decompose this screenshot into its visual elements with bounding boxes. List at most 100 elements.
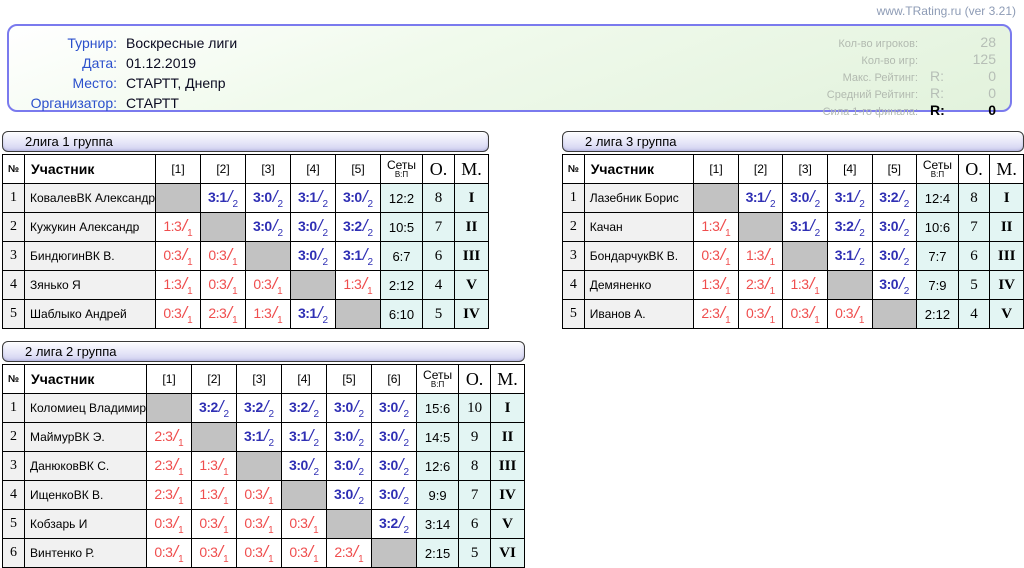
player-number: 3 [563, 242, 585, 271]
score-value: 3:1 [208, 189, 227, 205]
final-place: III [491, 452, 525, 481]
score-value: 3:1 [835, 189, 854, 205]
col-header-participant: Участник [25, 155, 156, 184]
self-cell [201, 213, 246, 242]
score-cell-win: 3:2/2 [827, 213, 872, 242]
stat-value: 0 [966, 102, 996, 118]
score-cell-loss: 0:3/1 [827, 300, 872, 329]
score-match-points: 1 [232, 315, 238, 326]
score-value: 3:0 [879, 218, 898, 234]
score-value: 0:3 [163, 247, 181, 263]
results-table: №Участник[1][2][3][4][5]СетыВ:ПО.М.1Кова… [2, 154, 489, 329]
score-match-points: 2 [322, 199, 328, 210]
col-header-game-3: [3] [237, 365, 282, 394]
score-cell-loss: 0:3/1 [237, 481, 282, 510]
score-match-points: 1 [725, 286, 731, 297]
score-match-points: 2 [404, 467, 410, 478]
score-match-points: 2 [359, 467, 365, 478]
score-value: 2:3 [154, 486, 172, 502]
score-cell-win: 3:0/2 [372, 423, 417, 452]
score-cell-win: 3:0/2 [372, 452, 417, 481]
score-cell-win: 3:0/2 [327, 394, 372, 423]
player-name: Коломиец Владимир [25, 394, 147, 423]
score-match-points: 1 [277, 315, 283, 326]
player-row: 1КовалевВК Александр3:1/23:0/23:1/23:0/2… [3, 184, 489, 213]
score-match-points: 2 [859, 257, 865, 268]
score-cell-win: 3:2/2 [872, 184, 917, 213]
player-row: 1Лазебник Борис3:1/23:0/23:1/23:2/212:48… [563, 184, 1024, 213]
group-title: 2лига 1 группа [2, 131, 489, 152]
points-total: 8 [459, 452, 491, 481]
score-match-points: 2 [277, 228, 283, 239]
score-value: 0:3 [253, 276, 271, 292]
sets-won-lost: 6:10 [381, 300, 423, 329]
col-header-place: М. [455, 155, 489, 184]
score-match-points: 1 [268, 525, 274, 536]
score-cell-loss: 2:3/1 [147, 481, 192, 510]
stat-row: Макс. Рейтинг:R:0 [823, 68, 996, 85]
score-cell-loss: 1:3/1 [192, 481, 237, 510]
col-header-points: О. [423, 155, 455, 184]
score-match-points: 2 [404, 409, 410, 420]
final-place: II [491, 423, 525, 452]
score-cell-loss: 1:3/1 [156, 271, 201, 300]
score-cell-loss: 0:3/1 [192, 539, 237, 568]
sets-won-lost: 14:5 [417, 423, 459, 452]
sets-won-lost: 12:6 [417, 452, 459, 481]
score-value: 3:1 [244, 428, 263, 444]
score-match-points: 1 [770, 286, 776, 297]
col-header-game-1: [1] [147, 365, 192, 394]
player-number: 2 [563, 213, 585, 242]
score-value: 1:3 [701, 276, 719, 292]
score-match-points: 2 [904, 228, 910, 239]
sets-sublabel: В:П [381, 171, 422, 179]
final-place: III [455, 242, 489, 271]
score-match-points: 1 [268, 496, 274, 507]
group-title: 2 лига 2 группа [2, 341, 525, 362]
score-match-points: 2 [404, 496, 410, 507]
player-row: 3БондарчукВК В.0:3/11:3/13:1/23:0/27:76I… [563, 242, 1024, 271]
score-value: 3:2 [835, 218, 854, 234]
score-value: 3:1 [835, 247, 854, 263]
score-value: 2:3 [154, 457, 172, 473]
info-field-label: Место: [21, 73, 117, 93]
self-cell [246, 242, 291, 271]
score-match-points: 1 [814, 315, 820, 326]
score-cell-loss: 0:3/1 [738, 300, 783, 329]
score-cell-win: 3:1/2 [201, 184, 246, 213]
header-row: №Участник[1][2][3][4][5][6]СетыВ:ПО.М. [3, 365, 525, 394]
score-cell-loss: 2:3/1 [327, 539, 372, 568]
results-table: №Участник[1][2][3][4][5][6]СетыВ:ПО.М. 1 К… [2, 364, 525, 568]
header-row: №Участник[1][2][3][4][5]СетыВ:ПО.М. [563, 155, 1024, 184]
player-name: БондарчукВК В. [584, 242, 694, 271]
player-row: 2Качан1:3/13:1/23:2/23:0/210:67II [563, 213, 1024, 242]
stat-value: 0 [966, 85, 996, 101]
info-field-label: Турнир: [21, 33, 117, 53]
score-match-points: 2 [322, 257, 328, 268]
score-match-points: 1 [367, 286, 373, 297]
score-value: 3:0 [253, 218, 272, 234]
points-total: 10 [459, 394, 491, 423]
self-cell [827, 271, 872, 300]
score-match-points: 1 [178, 496, 184, 507]
score-match-points: 2 [404, 438, 410, 449]
score-match-points: 2 [269, 438, 275, 449]
sets-won-lost: 2:12 [381, 271, 423, 300]
self-cell [282, 481, 327, 510]
score-match-points: 1 [358, 554, 364, 565]
score-value: 3:0 [379, 486, 398, 502]
score-value: 0:3 [208, 276, 226, 292]
score-match-points: 2 [277, 199, 283, 210]
score-cell-loss: 2:3/1 [147, 452, 192, 481]
stat-label: Кол-во игр: [861, 55, 918, 67]
tournament-fields: Турнир:Воскресные лигиДата:01.12.2019Мес… [21, 33, 237, 113]
final-place: V [491, 510, 525, 539]
sets-won-lost: 3:14 [417, 510, 459, 539]
player-name: Качан [584, 213, 694, 242]
score-cell-loss: 0:3/1 [282, 539, 327, 568]
score-value: 3:1 [790, 218, 809, 234]
score-value: 3:0 [879, 247, 898, 263]
info-field-row: Дата:01.12.2019 [21, 53, 237, 73]
final-place: V [990, 300, 1024, 329]
self-cell [237, 452, 282, 481]
